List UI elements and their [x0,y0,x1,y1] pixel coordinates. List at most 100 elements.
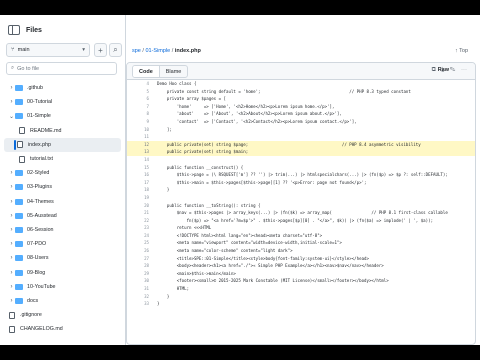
tree-item-label: .github [27,85,43,92]
code-listing: 4 Demo Hoo class {5 private const string … [127,80,475,308]
tree-folder[interactable]: › 09-Blog [0,265,125,279]
tree-file[interactable]: index.php [4,137,121,152]
breadcrumb-repo[interactable]: spe [132,48,141,54]
line-number[interactable]: 5 [127,88,157,96]
line-number[interactable]: 25 [127,239,157,247]
code-line: 29 <main>$this->main</main> [127,270,475,278]
line-number[interactable]: 21 [127,209,157,217]
chevron-right-icon: › [10,297,13,304]
tree-file[interactable]: tutorial.txt [0,152,125,166]
tab-blame[interactable]: Blame [160,66,188,77]
code-line: 13 public private(set) string $main; [127,148,475,156]
code-line: 30 <footer><small>© 2015-2025 Mark Const… [127,277,475,285]
code-line: 26 <meta name="color-scheme" content="li… [127,247,475,255]
view-mode-toggle: Code Blame [132,65,189,78]
file-icon [17,141,23,149]
chevron-right-icon: › [10,269,13,276]
code-line: 19 [127,194,475,202]
line-number[interactable]: 27 [127,255,157,263]
code-line: 5 private const string default = 'home';… [127,88,475,96]
folder-icon [15,184,23,191]
line-number[interactable]: 24 [127,232,157,240]
line-number[interactable]: 10 [127,126,157,134]
line-number[interactable]: 23 [127,224,157,232]
code-line: 16 $this->page = (\ RSQUEST['m'] ?? '') … [127,171,475,179]
video-frame: Files ⑂ main ▾ + ⌕ ⌕ Go to file › .github… [0,0,480,360]
sidebar-title: Files [26,26,42,34]
tree-item-label: 08-Users [27,255,49,262]
line-number[interactable]: 16 [127,171,157,179]
tree-folder[interactable]: › 05-Ausstead [0,209,125,223]
tree-folder[interactable]: › 04-Themes [0,195,125,209]
file-tree-sidebar: Files ⑂ main ▾ + ⌕ ⌕ Go to file › .github… [0,15,126,345]
line-text: $this->main = $this->pages[$this->page][… [157,179,367,185]
code-line: 8 'about' => ['About', '<h2>About</h2><p… [127,110,475,118]
line-number[interactable]: 29 [127,270,157,278]
folder-icon [15,297,23,304]
breadcrumb: spe / 01-Simple / index.php [132,48,201,54]
line-number[interactable]: 6 [127,95,157,103]
breadcrumb-folder[interactable]: 01-Simple [145,48,170,54]
tree-file[interactable]: .gitignore [0,308,125,322]
line-number[interactable]: 30 [127,277,157,285]
tree-file[interactable]: CHANGELOG.md [0,322,125,336]
code-line: 20 public function __toString(): string … [127,202,475,210]
file-actions-icons[interactable]: ⧉ ⤓ ✎ ⋯ [432,67,469,74]
folder-icon [15,170,23,177]
branch-name: main [17,47,30,53]
line-number[interactable]: 14 [127,156,157,164]
line-text: 'contact' => ['Contact', '<h2>Contact</h… [157,118,357,124]
line-text: <body><header><h1><a href="./">« Simple … [157,263,384,269]
breadcrumb-file: index.php [174,48,201,54]
line-number[interactable]: 28 [127,262,157,270]
line-number[interactable]: 18 [127,186,157,194]
tab-code[interactable]: Code [133,66,160,77]
sidebar-header: Files [8,25,42,35]
line-number[interactable]: 20 [127,202,157,210]
branch-selector[interactable]: ⑂ main ▾ [6,43,90,57]
code-line: 24 <!DOCTYPE html><html lang="en"><head>… [127,232,475,240]
tree-item-label: 03-Plugins [27,184,53,191]
tree-folder[interactable]: › 10-YouTube [0,280,125,294]
file-viewer-header: Code Blame Raw ⧉ ⤓ ✎ ⋯ [127,63,475,80]
line-number[interactable]: 12 [127,141,157,149]
github-code-view: Files ⑂ main ▾ + ⌕ ⌕ Go to file › .github… [0,15,480,345]
search-button[interactable]: ⌕ [109,43,122,57]
go-to-file-placeholder: Go to file [17,65,40,72]
code-line: 4 Demo Hoo class { [127,80,475,88]
tree-folder[interactable]: › 00-Tutorial [0,95,125,109]
line-number[interactable]: 31 [127,285,157,293]
line-number[interactable]: 19 [127,194,157,202]
tree-folder[interactable]: › 08-Users [0,251,125,265]
line-number[interactable]: 22 [127,217,157,225]
sidebar-collapse-icon[interactable] [8,25,20,35]
line-text: } [157,187,170,193]
line-number[interactable]: 9 [127,118,157,126]
tree-folder[interactable]: › 02-Styled [0,166,125,180]
file-icon [19,127,25,135]
line-number[interactable]: 13 [127,148,157,156]
top-link[interactable]: ↑ Top [455,48,468,54]
tree-folder[interactable]: › 07-PDO [0,237,125,251]
line-number[interactable]: 26 [127,247,157,255]
line-number[interactable]: 15 [127,164,157,172]
go-to-file-input[interactable]: ⌕ Go to file [6,62,117,75]
tree-folder[interactable]: › 06-Session [0,223,125,237]
line-number[interactable]: 8 [127,110,157,118]
folder-icon [15,85,23,92]
tree-folder[interactable]: › 03-Plugins [0,180,125,194]
tree-folder[interactable]: › .github [0,81,125,95]
line-number[interactable]: 11 [127,133,157,141]
line-number[interactable]: 32 [127,293,157,301]
folder-icon [15,255,23,262]
folder-icon [15,269,23,276]
line-number[interactable]: 4 [127,80,157,88]
tree-folder[interactable]: ⌄ 01-Simple [0,109,125,123]
line-number[interactable]: 33 [127,300,157,308]
line-number[interactable]: 17 [127,179,157,187]
tree-folder[interactable]: › docs [0,294,125,308]
tree-file[interactable]: README.md [0,124,125,138]
add-file-button[interactable]: + [94,43,107,57]
line-number[interactable]: 7 [127,103,157,111]
chevron-right-icon: › [10,226,13,233]
